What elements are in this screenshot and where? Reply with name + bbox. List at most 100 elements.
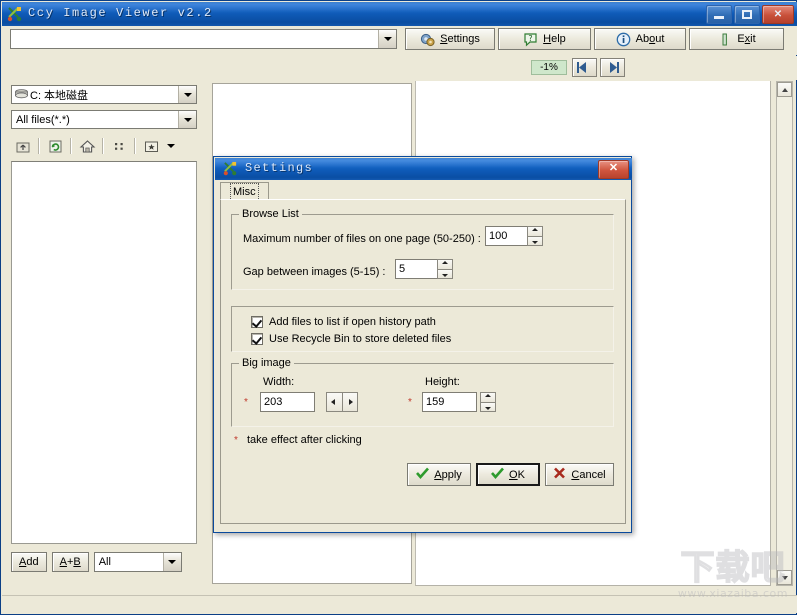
home-icon	[79, 139, 95, 153]
settings-dialog-title: Settings	[245, 161, 314, 175]
file-list[interactable]	[11, 161, 197, 544]
drive-combobox[interactable]: C: 本地磁盘	[11, 85, 197, 104]
left-panel: C: 本地磁盘 All files(*.*) Add A+B All	[7, 83, 205, 572]
up-folder-icon	[16, 142, 29, 152]
width-spin-buttons[interactable]	[326, 392, 358, 412]
height-spin-buttons[interactable]	[480, 392, 496, 412]
green-check-icon	[416, 467, 430, 482]
preview-vertical-scrollbar[interactable]	[776, 81, 793, 586]
height-input[interactable]: 159	[422, 392, 477, 412]
favorites-folder-button[interactable]	[139, 136, 163, 156]
ok-button[interactable]: OK	[476, 463, 540, 486]
about-button-label: About	[635, 33, 665, 45]
gap-input[interactable]: 5	[395, 259, 437, 279]
scope-combobox[interactable]: All	[93, 552, 182, 572]
about-button[interactable]: About	[594, 28, 686, 50]
spin-right-icon[interactable]	[342, 392, 358, 412]
scroll-down-arrow-icon[interactable]	[777, 570, 792, 585]
main-titlebar: Ccy Image Viewer v2.2 ✕	[2, 2, 797, 26]
checkbox-use-recycle-bin[interactable]: Use Recycle Bin to store deleted files	[251, 333, 451, 345]
tab-misc[interactable]: Misc	[220, 182, 269, 201]
spin-down-icon[interactable]	[527, 235, 543, 246]
chevron-down-icon[interactable]	[178, 111, 196, 128]
apply-button-label: Apply	[434, 468, 462, 481]
next-image-button[interactable]	[600, 58, 625, 77]
ab-button[interactable]: A+B	[51, 552, 89, 572]
help-button-label: Help	[543, 33, 566, 45]
spin-left-icon[interactable]	[326, 392, 342, 412]
height-label: Height:	[425, 376, 460, 388]
zoom-navigation-strip: -1%	[2, 56, 797, 80]
checkbox-add-history-path[interactable]: Add files to list if open history path	[251, 316, 436, 328]
add-button-label: Add	[19, 556, 39, 568]
file-filter-value: All files(*.*)	[16, 113, 70, 126]
width-required-marker: *	[244, 397, 248, 408]
scope-combobox-value: All	[98, 556, 111, 568]
settings-button[interactable]: Settings	[405, 28, 495, 50]
checkbox-icon[interactable]	[251, 333, 263, 345]
max-files-spinner[interactable]: 100	[485, 226, 543, 246]
max-files-spin-buttons[interactable]	[527, 226, 543, 246]
chevron-down-icon[interactable]	[162, 553, 181, 571]
toolbar-row: Settings ? Help About Exit	[2, 26, 797, 55]
width-input[interactable]: 203	[260, 392, 315, 412]
checkbox-add-history-path-label: Add files to list if open history path	[269, 316, 436, 328]
exit-door-icon	[717, 32, 732, 47]
spin-up-icon[interactable]	[527, 226, 543, 236]
help-button[interactable]: ? Help	[498, 28, 591, 50]
app-scissors-icon	[223, 161, 239, 177]
address-combobox[interactable]	[10, 29, 397, 49]
file-filter-combobox[interactable]: All files(*.*)	[11, 110, 197, 129]
exit-button[interactable]: Exit	[689, 28, 784, 50]
gap-spin-buttons[interactable]	[437, 259, 453, 279]
list-view-icon	[114, 142, 123, 150]
spin-down-icon[interactable]	[437, 268, 453, 279]
ab-button-label: A+B	[59, 556, 81, 568]
close-button[interactable]: ✕	[762, 5, 794, 24]
settings-button-label: Settings	[440, 33, 480, 45]
prev-image-button[interactable]	[572, 58, 597, 77]
close-icon: ✕	[773, 9, 783, 20]
maximize-button[interactable]	[734, 5, 760, 24]
zoom-level-badge: -1%	[531, 60, 567, 75]
minimize-button[interactable]	[706, 5, 732, 24]
toolbar-separator	[102, 138, 104, 154]
settings-gear-icon	[420, 32, 435, 47]
max-files-input[interactable]: 100	[485, 226, 527, 246]
settings-tabstrip: Misc	[220, 182, 626, 201]
toolbar-separator	[38, 138, 40, 154]
gap-spinner[interactable]: 5	[395, 259, 453, 279]
spin-up-icon[interactable]	[480, 392, 496, 402]
green-check-icon	[491, 467, 505, 482]
minimize-icon	[714, 16, 724, 19]
add-button[interactable]: Add	[11, 552, 47, 572]
favorites-dropdown-button[interactable]	[163, 136, 179, 156]
exit-button-label: Exit	[737, 33, 756, 45]
application-window: Ccy Image Viewer v2.2 ✕ Settings ? Help …	[0, 0, 797, 615]
home-button[interactable]	[75, 136, 99, 156]
settings-dialog-close-button[interactable]: ✕	[598, 160, 629, 179]
checkbox-icon[interactable]	[251, 316, 263, 328]
chevron-down-icon[interactable]	[163, 139, 180, 153]
cancel-button[interactable]: Cancel	[545, 463, 614, 486]
apply-button[interactable]: Apply	[407, 463, 471, 486]
chevron-down-icon[interactable]	[378, 30, 396, 48]
footnote-text: take effect after clicking	[247, 434, 362, 446]
ok-button-label: OK	[509, 468, 525, 481]
height-required-marker: *	[408, 397, 412, 408]
scroll-up-arrow-icon[interactable]	[777, 82, 792, 97]
spin-down-icon[interactable]	[480, 401, 496, 412]
spin-up-icon[interactable]	[437, 259, 453, 269]
width-label: Width:	[263, 376, 295, 388]
prev-image-icon	[577, 62, 586, 73]
refresh-button[interactable]	[43, 136, 67, 156]
refresh-icon	[49, 140, 61, 152]
big-image-group: Big image Width: * 203 Height: * 159	[231, 357, 614, 427]
chevron-down-icon[interactable]	[178, 86, 196, 103]
svg-text:?: ?	[529, 34, 533, 43]
up-folder-button[interactable]	[11, 136, 35, 156]
list-view-button[interactable]	[107, 136, 131, 156]
settings-dialog-titlebar: Settings ✕	[215, 158, 632, 180]
gap-label: Gap between images (5-15) :	[243, 266, 386, 278]
app-title: Ccy Image Viewer v2.2	[28, 6, 213, 20]
